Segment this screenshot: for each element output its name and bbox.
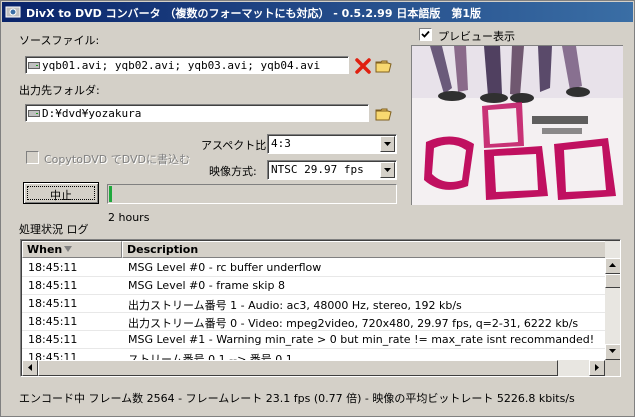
log-row[interactable]: 18:45:11 MSG Level #0 - frame skip 8 [22, 277, 606, 295]
log-row-description: MSG Level #0 - frame skip 8 [128, 279, 285, 292]
scroll-right-button[interactable] [589, 360, 605, 376]
log-row-description: MSG Level #1 - Warning min_rate > 0 but … [128, 333, 595, 346]
source-file-value: yqb01.avi; yqb02.avi; yqb03.avi; yqb04.a… [42, 59, 321, 72]
log-row-description: 出力ストリーム番号 1 - Audio: ac3, 48000 Hz, ster… [128, 299, 462, 312]
elapsed-time: 2 hours [108, 211, 150, 224]
drive-icon [28, 110, 40, 117]
log-list[interactable]: When Description 18:45:11 MSG Level #0 - … [20, 239, 621, 377]
copytodvd-label: CopytoDVD でDVDに書込む [44, 153, 190, 166]
source-file-field[interactable]: yqb01.avi; yqb02.avi; yqb03.avi; yqb04.a… [25, 56, 349, 74]
output-folder-value: D:¥dvd¥yozakura [42, 107, 142, 120]
log-header: When Description [22, 241, 606, 258]
stop-button-label: 中止 [50, 189, 72, 202]
scrollbar-corner [605, 360, 620, 376]
log-row-description: 出力ストリーム番号 0 - Video: mpeg2video, 720x480… [128, 317, 579, 330]
scroll-left-button[interactable] [22, 360, 38, 376]
title-bar[interactable]: DivX to DVD コンバータ （複数のフォーマットにも対応） - 0.5.… [2, 2, 633, 22]
copytodvd-checkbox[interactable] [26, 151, 39, 164]
scroll-thumb-horizontal[interactable] [38, 360, 558, 376]
arrow-down-icon [609, 349, 616, 353]
chevron-down-icon [384, 168, 391, 172]
log-row-when: 18:45:11 [28, 279, 78, 292]
remove-icon[interactable] [354, 57, 372, 75]
log-row-when: 18:45:11 [28, 315, 78, 328]
checkmark-icon [421, 30, 430, 38]
chevron-down-icon [384, 142, 391, 146]
log-row-when: 18:45:11 [28, 333, 78, 346]
log-row-description: MSG Level #0 - rc buffer underflow [128, 261, 322, 274]
video-format-select[interactable]: NTSC 29.97 fps [267, 160, 397, 180]
video-format-value: NTSC 29.97 fps [271, 163, 364, 176]
preview-image [411, 45, 623, 205]
video-format-dropdown-button[interactable] [380, 162, 395, 178]
output-folder-label: 出力先フォルダ: [19, 84, 100, 97]
scroll-down-button[interactable] [605, 344, 620, 360]
preview-frame [412, 46, 623, 205]
column-header-when-label: When [27, 243, 63, 256]
log-row[interactable]: 18:45:11 MSG Level #1 - Warning min_rate … [22, 331, 606, 349]
stop-button[interactable]: 中止 [23, 182, 99, 204]
output-folder-field[interactable]: D:¥dvd¥yozakura [25, 104, 369, 122]
aspect-select[interactable]: 4:3 [267, 134, 397, 154]
column-header-description-label: Description [127, 243, 199, 256]
log-row[interactable]: 18:45:11 出力ストリーム番号 1 - Audio: ac3, 48000 … [22, 295, 606, 313]
column-header-description[interactable]: Description [122, 241, 606, 258]
folder-open-icon[interactable] [375, 57, 393, 75]
arrow-up-icon [609, 263, 616, 267]
folder-open-icon[interactable] [375, 105, 393, 123]
scroll-thumb-vertical[interactable] [605, 274, 620, 288]
window-title: DivX to DVD コンバータ （複数のフォーマットにも対応） - 0.5.… [26, 7, 481, 20]
sort-desc-icon [64, 246, 72, 252]
log-horizontal-scrollbar[interactable] [22, 360, 605, 376]
arrow-right-icon [595, 364, 599, 371]
log-row[interactable]: 18:45:11 出力ストリーム番号 0 - Video: mpeg2video,… [22, 313, 606, 331]
status-text: エンコード中 フレーム数 2564 - フレームレート 23.1 fps (0.… [19, 392, 575, 405]
drive-icon [28, 62, 40, 69]
progress-fill [109, 186, 112, 202]
column-header-when[interactable]: When [22, 241, 122, 258]
scroll-up-button[interactable] [605, 258, 620, 274]
log-row-when: 18:45:11 [28, 297, 78, 310]
log-row-when: 18:45:11 [28, 261, 78, 274]
aspect-label: アスペクト比: [201, 139, 270, 152]
aspect-value: 4:3 [271, 137, 291, 150]
app-icon [5, 6, 21, 18]
log-section-label: 処理状況 ログ [19, 223, 89, 236]
preview-checkbox[interactable] [419, 28, 432, 41]
progress-bar [107, 184, 397, 204]
log-row[interactable]: 18:45:11 MSG Level #0 - rc buffer underfl… [22, 259, 606, 277]
video-format-label: 映像方式: [209, 165, 257, 178]
source-file-label: ソースファイル: [19, 34, 100, 47]
log-vertical-scrollbar[interactable] [605, 241, 620, 360]
arrow-left-icon [28, 364, 32, 371]
preview-label: プレビュー表示 [438, 30, 515, 43]
aspect-dropdown-button[interactable] [380, 136, 395, 152]
main-window: DivX to DVD コンバータ （複数のフォーマットにも対応） - 0.5.… [0, 0, 635, 417]
